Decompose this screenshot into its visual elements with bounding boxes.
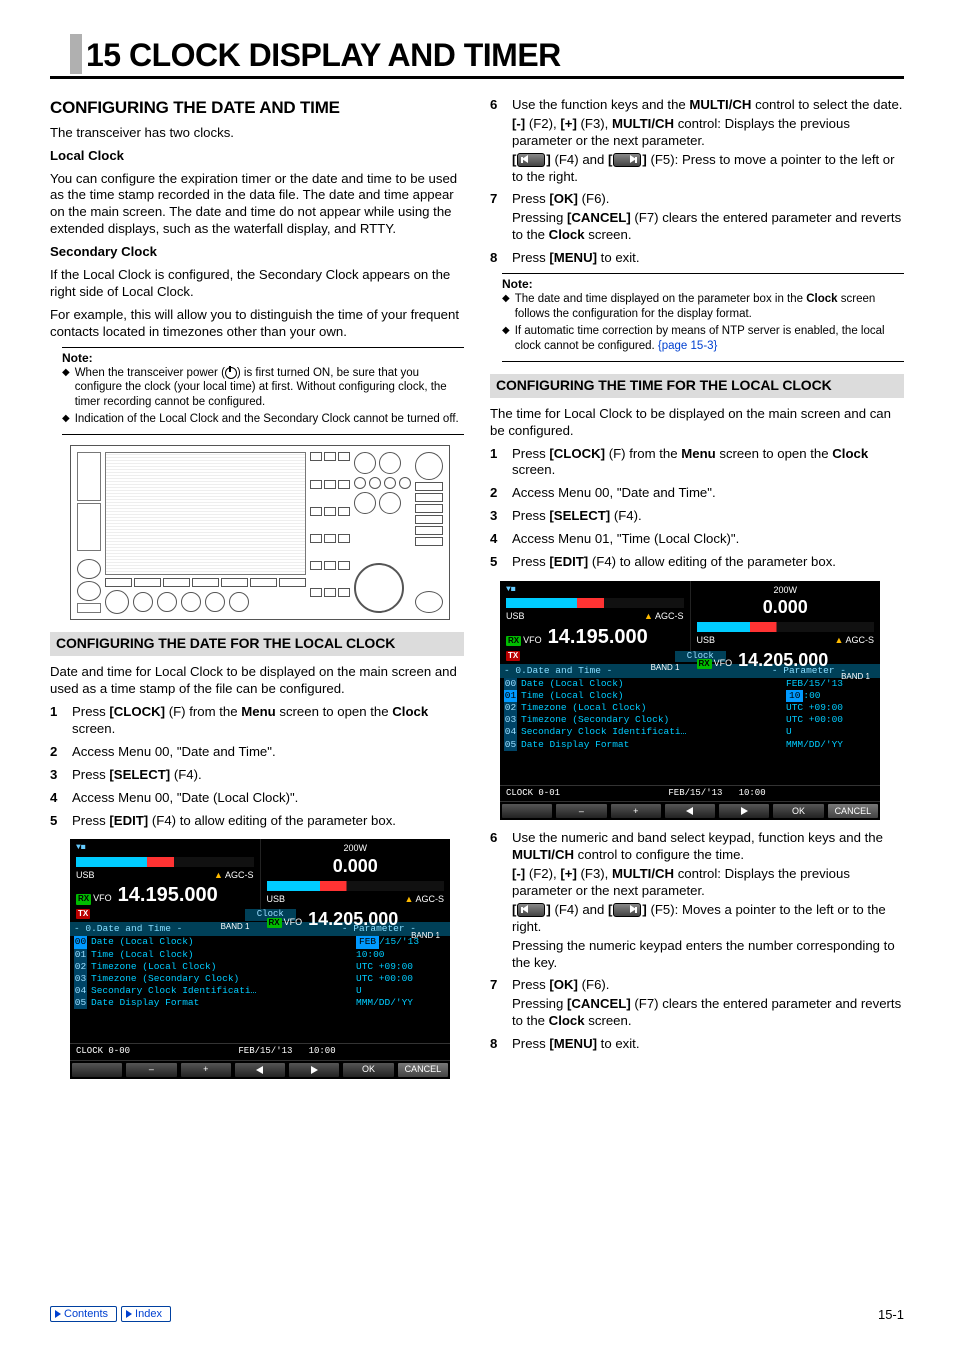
menu-row: 05Date Display FormatMMM/DD/'YY: [70, 997, 450, 1009]
local-clock-heading: Local Clock: [50, 148, 464, 165]
left-column: CONFIGURING THE DATE AND TIME The transc…: [50, 97, 464, 1089]
radio-illustration: [70, 445, 464, 620]
step-detail: [-] (F2), [+] (F3), MULTI/CH control: Di…: [490, 866, 904, 900]
right-key-icon: [613, 153, 641, 167]
step-number: 2: [50, 744, 72, 761]
menu-row: 01Time (Local Clock)10:00: [500, 690, 880, 702]
note-item: ◆ If automatic time correction by means …: [502, 324, 904, 353]
play-icon: [126, 1310, 132, 1318]
menu-row: 05Date Display FormatMMM/DD/'YY: [500, 739, 880, 751]
note-item: ◆ The date and time displayed on the par…: [502, 292, 904, 321]
note-label: Note:: [502, 273, 904, 292]
bullet-icon: ◆: [502, 325, 510, 353]
menu-row: 02Timezone (Local Clock)UTC +09:00: [500, 702, 880, 714]
play-icon: [55, 1310, 61, 1318]
step: 2Access Menu 00, "Date and Time".: [490, 485, 904, 502]
intro-text: The transceiver has two clocks.: [50, 125, 464, 142]
secondary-clock-heading: Secondary Clock: [50, 244, 464, 261]
step-number: 4: [50, 790, 72, 807]
menu-row: 04Secondary Clock Identificati…U: [500, 726, 880, 738]
step: 6Use the numeric and band select keypad,…: [490, 830, 904, 864]
local-clock-text: You can configure the expiration timer o…: [50, 171, 464, 239]
right-key-icon: [613, 903, 641, 917]
step: 4Access Menu 00, "Date (Local Clock)".: [50, 790, 464, 807]
left-key-icon: [517, 153, 545, 167]
page-link[interactable]: {page 15-3}: [658, 340, 717, 352]
step-number: 6: [490, 97, 512, 114]
step: 8Press [MENU] to exit.: [490, 1036, 904, 1053]
menu-row: 01Time (Local Clock)10:00: [70, 949, 450, 961]
index-button[interactable]: Index: [121, 1306, 171, 1322]
secondary-clock-text-1: If the Local Clock is configured, the Se…: [50, 267, 464, 301]
section-title: CONFIGURING THE DATE AND TIME: [50, 97, 464, 119]
step-number: 5: [50, 813, 72, 830]
chapter-number: 15: [86, 37, 121, 73]
step: 1Press [CLOCK] (F) from the Menu screen …: [490, 446, 904, 480]
left-key-icon: [517, 903, 545, 917]
step: 7Press [OK] (F6).: [490, 191, 904, 208]
menu-row: 02Timezone (Local Clock)UTC +09:00: [70, 961, 450, 973]
accent-bar: [70, 34, 82, 74]
step-detail: [] (F4) and [] (F5): Moves a pointer to …: [490, 902, 904, 936]
step: 2Access Menu 00, "Date and Time".: [50, 744, 464, 761]
menu-row: 04Secondary Clock Identificati…U: [70, 985, 450, 997]
step-number: 3: [50, 767, 72, 784]
step-detail: Pressing [CANCEL] (F7) clears the entere…: [490, 996, 904, 1030]
page-footer: Contents Index 15-1: [50, 1306, 904, 1322]
step-number: 7: [490, 191, 512, 208]
note-text: Indication of the Local Clock and the Se…: [75, 412, 459, 426]
note-item: ◆ Indication of the Local Clock and the …: [62, 412, 464, 426]
contents-button[interactable]: Contents: [50, 1306, 117, 1322]
subsection-title: CONFIGURING THE TIME FOR THE LOCAL CLOCK: [490, 374, 904, 398]
step-number: 1: [50, 704, 72, 738]
title-underline: [50, 76, 904, 79]
bullet-icon: ◆: [502, 293, 510, 321]
step: 1Press [CLOCK] (F) from the Menu screen …: [50, 704, 464, 738]
note-text: When the transceiver power (: [75, 367, 225, 379]
note-label: Note:: [62, 347, 464, 366]
note-item: ◆ When the transceiver power () is first…: [62, 366, 464, 409]
step: 7Press [OK] (F6).: [490, 977, 904, 994]
power-icon: [225, 367, 237, 379]
chapter-title: 15 CLOCK DISPLAY AND TIMER: [86, 37, 561, 74]
subsection-intro: The time for Local Clock to be displayed…: [490, 406, 904, 440]
right-column: 6Use the function keys and the MULTI/CH …: [490, 97, 904, 1089]
step: 3Press [SELECT] (F4).: [490, 508, 904, 525]
secondary-clock-text-2: For example, this will allow you to dist…: [50, 307, 464, 341]
step: 8Press [MENU] to exit.: [490, 250, 904, 267]
step: 4Access Menu 01, "Time (Local Clock)".: [490, 531, 904, 548]
note-body: ◆ The date and time displayed on the par…: [502, 292, 904, 362]
bullet-icon: ◆: [62, 413, 70, 426]
step: 3Press [SELECT] (F4).: [50, 767, 464, 784]
step-detail: Pressing the numeric keypad enters the n…: [490, 938, 904, 972]
subsection-title: CONFIGURING THE DATE FOR THE LOCAL CLOCK: [50, 632, 464, 656]
step-detail: [] (F4) and [] (F5): Press to move a poi…: [490, 152, 904, 186]
menu-screenshot-time: ▼◼ USB▲ AGC-S RXVFO 14.195.000 TX BAND 1…: [500, 581, 904, 820]
page-number: 15-1: [878, 1307, 904, 1322]
chapter-title-text: CLOCK DISPLAY AND TIMER: [129, 37, 561, 73]
chapter-header: 15 CLOCK DISPLAY AND TIMER: [70, 30, 904, 74]
menu-screenshot-date: ▼◼ USB▲ AGC-S RXVFO 14.195.000 TX BAND 1…: [70, 839, 464, 1078]
menu-row: 03Timezone (Secondary Clock)UTC +00:00: [70, 973, 450, 985]
menu-row: 03Timezone (Secondary Clock)UTC +00:00: [500, 714, 880, 726]
note-body: ◆ When the transceiver power () is first…: [62, 366, 464, 436]
subsection-intro: Date and time for Local Clock to be disp…: [50, 664, 464, 698]
bullet-icon: ◆: [62, 367, 70, 409]
step: 5Press [EDIT] (F4) to allow editing of t…: [50, 813, 464, 830]
step: 6Use the function keys and the MULTI/CH …: [490, 97, 904, 114]
step-detail: Pressing [CANCEL] (F7) clears the entere…: [490, 210, 904, 244]
step-detail: [-] (F2), [+] (F3), MULTI/CH control: Di…: [490, 116, 904, 150]
step-number: 8: [490, 250, 512, 267]
step: 5Press [EDIT] (F4) to allow editing of t…: [490, 554, 904, 571]
